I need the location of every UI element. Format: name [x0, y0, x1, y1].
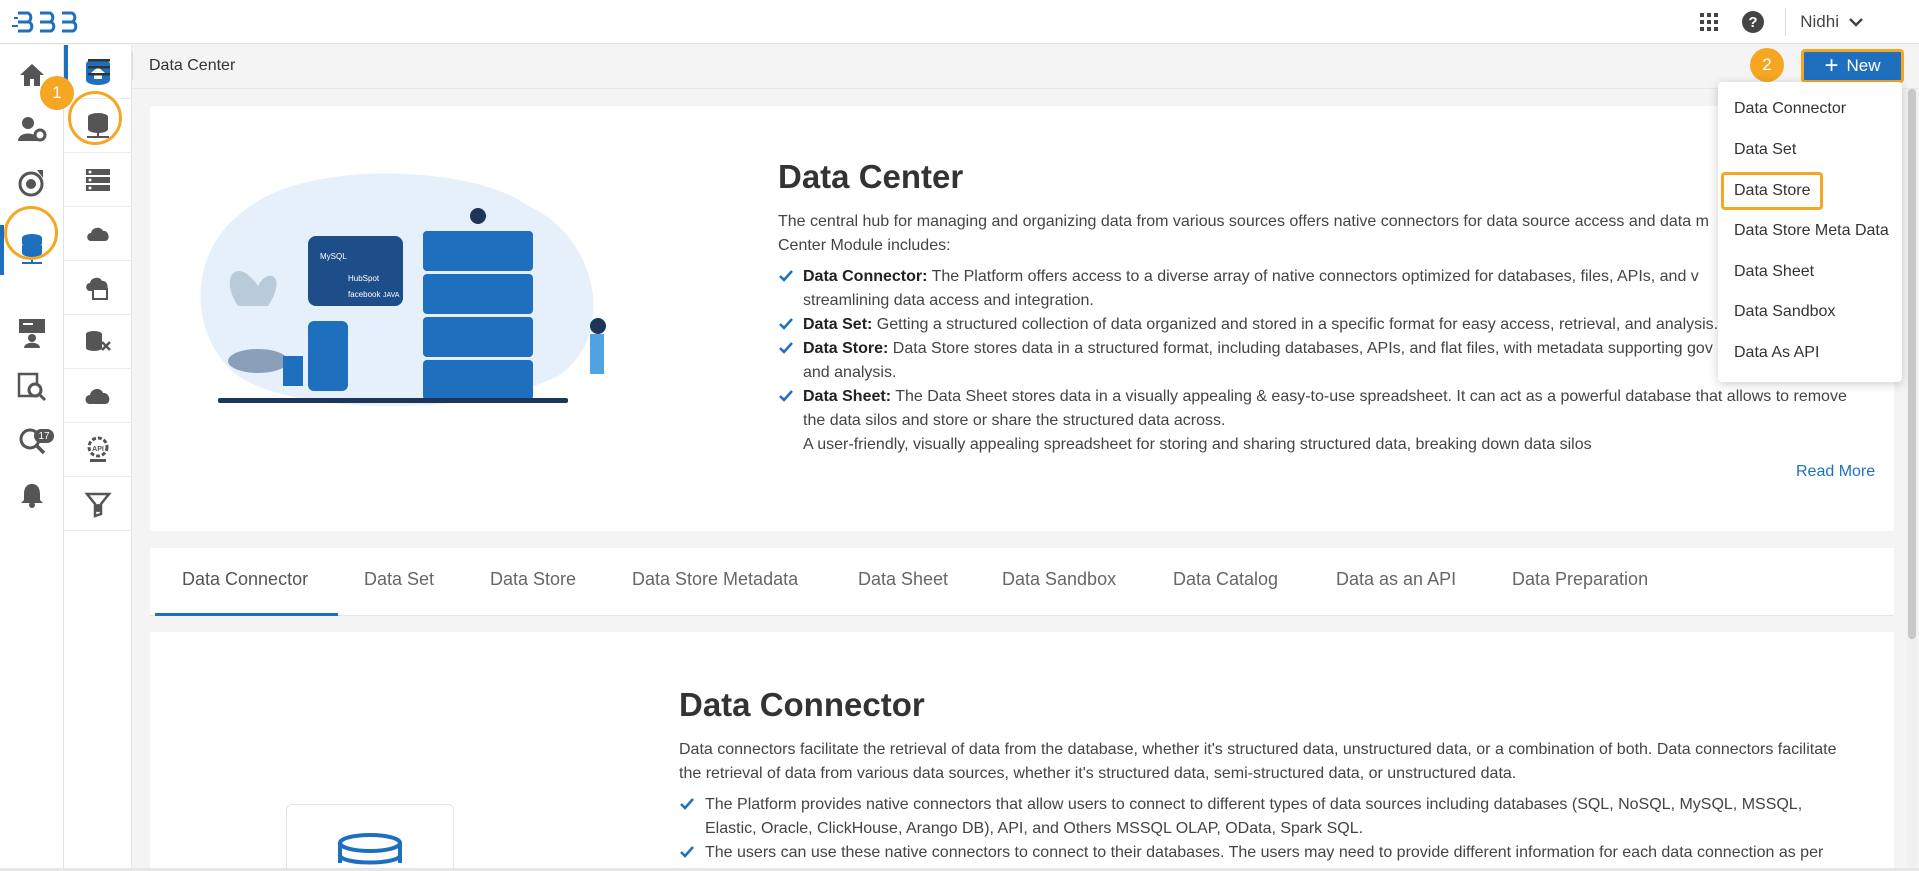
dropdown-item-data-sheet[interactable]: Data Sheet: [1734, 263, 1814, 281]
data-center-tabs: Data Connector Data Set Data Store Data …: [150, 548, 1894, 616]
help-circle-icon[interactable]: ?: [1739, 8, 1767, 36]
admin-target-icon[interactable]: [0, 157, 64, 209]
database-icon: [338, 833, 402, 865]
check-icon: [680, 798, 694, 810]
section-bullet: The Platform provides native connectors …: [679, 793, 1859, 841]
new-button-label: New: [1846, 56, 1881, 75]
tab-data-store[interactable]: Data Store: [490, 569, 576, 590]
data-center-illustration: MySQL HubSpot facebook JAVA: [200, 173, 606, 406]
data-sandbox-icon[interactable]: [64, 315, 132, 369]
check-icon: [680, 846, 694, 858]
active-tab-indicator: [155, 613, 338, 616]
tab-data-store-metadata[interactable]: Data Store Metadata: [632, 569, 798, 590]
plus-icon: +: [1824, 52, 1839, 79]
notification-count-badge: 17: [34, 429, 54, 443]
dropdown-item-data-store-meta-data[interactable]: Data Store Meta Data: [1734, 222, 1889, 240]
data-set-icon[interactable]: [64, 153, 132, 207]
check-icon: [779, 318, 793, 330]
chevron-down-icon[interactable]: [1849, 17, 1863, 27]
check-icon: [779, 270, 793, 282]
dropdown-item-data-connector[interactable]: Data Connector: [1734, 100, 1846, 118]
svg-text:?: ?: [1749, 14, 1758, 31]
bullet-text: The Platform offers access to a diverse …: [927, 268, 1699, 285]
data-connector-illustration: [286, 804, 454, 871]
tab-data-as-an-api[interactable]: Data as an API: [1336, 569, 1456, 590]
bullet-label: Data Store:: [803, 340, 889, 357]
data-as-api-icon[interactable]: API: [64, 423, 132, 477]
tab-data-catalog[interactable]: Data Catalog: [1173, 569, 1278, 590]
section-title: Data Connector: [679, 686, 925, 723]
tab-data-set[interactable]: Data Set: [364, 569, 434, 590]
scrollbar-thumb[interactable]: [1908, 89, 1916, 639]
user-settings-icon[interactable]: [0, 103, 64, 155]
dropdown-item-data-as-api[interactable]: Data As API: [1734, 344, 1819, 362]
hero-title: Data Center: [778, 158, 964, 195]
presentation-user-icon[interactable]: [0, 307, 64, 359]
bullet-text-continued: the data silos and store or share the st…: [803, 412, 1226, 429]
data-preparation-icon[interactable]: [64, 477, 132, 531]
mysql-logo-text: MySQL: [320, 252, 347, 261]
section-bullet: The users can use these native connector…: [679, 841, 1859, 865]
data-catalog-cloud-icon[interactable]: [64, 369, 132, 423]
bullet-text: The users can use these native connector…: [705, 844, 1824, 861]
hero-bullet: Data Set: Getting a structured collectio…: [778, 313, 1878, 337]
check-icon: [779, 342, 793, 354]
dropdown-item-data-sandbox[interactable]: Data Sandbox: [1734, 303, 1835, 321]
java-logo-text: JAVA: [383, 292, 400, 299]
bullet-label: Data Sheet:: [803, 388, 892, 405]
tab-data-sheet[interactable]: Data Sheet: [858, 569, 948, 590]
new-item-dropdown: Data Connector Data Set Data Store Data …: [1718, 82, 1902, 382]
user-name[interactable]: Nidhi: [1800, 12, 1839, 32]
bdb-logo[interactable]: [12, 8, 92, 36]
bullet-text-continued: Elastic, Oracle, ClickHouse, Arango DB),…: [705, 820, 1364, 837]
divider: [1785, 8, 1787, 36]
hero-bullet: Data Sheet: The Data Sheet stores data i…: [778, 385, 1878, 457]
search-icon[interactable]: [0, 415, 64, 467]
section-paragraph-continued: the retrieval of data from various data …: [679, 765, 1517, 782]
hero-intro: The central hub for managing and organiz…: [778, 213, 1709, 230]
hero-bullet: Data Connector: The Platform offers acce…: [778, 265, 1878, 313]
page-header: [132, 45, 1919, 89]
data-store-cloud-icon[interactable]: [64, 207, 132, 261]
breadcrumb: Data Center: [149, 57, 236, 74]
step-badge-1: 1: [40, 76, 74, 110]
grid-apps-icon[interactable]: [1695, 8, 1723, 36]
hero-intro-continued: Center Module includes:: [778, 237, 951, 254]
main-navigation-rail: 17: [0, 45, 64, 871]
new-button[interactable]: + New: [1801, 49, 1904, 83]
highlight-ring: [4, 206, 58, 260]
hamburger-menu-icon[interactable]: [86, 56, 112, 78]
check-icon: [779, 390, 793, 402]
bullet-text-continued: and analysis.: [803, 364, 897, 381]
notification-bell-icon[interactable]: [0, 469, 64, 521]
hubspot-logo-text: HubSpot: [348, 274, 380, 283]
data-search-icon[interactable]: [0, 361, 64, 413]
facebook-logo-text: facebook: [348, 290, 381, 299]
svg-text:API: API: [92, 446, 104, 453]
hero-bullet: Data Store: Data Store stores data in a …: [778, 337, 1878, 385]
data-sheet-cloud-icon[interactable]: [64, 261, 132, 315]
bullet-text: The Platform provides native connectors …: [705, 796, 1803, 813]
tab-data-connector[interactable]: Data Connector: [182, 569, 308, 590]
section-paragraph: Data connectors facilitate the retrieval…: [679, 741, 1837, 758]
bullet-text: The Data Sheet stores data in a visually…: [891, 388, 1847, 405]
bullet-label: Data Connector:: [803, 268, 928, 285]
data-center-sub-navigation: API: [64, 45, 132, 871]
read-more-link[interactable]: Read More: [1796, 463, 1875, 481]
bullet-text: Data Store stores data in a structured f…: [888, 340, 1713, 357]
bullet-text: Getting a structured collection of data …: [872, 316, 1719, 333]
dropdown-item-data-set[interactable]: Data Set: [1734, 141, 1796, 159]
step-badge-2: 2: [1750, 48, 1784, 82]
top-bar: ? Nidhi: [0, 0, 1919, 44]
tab-data-sandbox[interactable]: Data Sandbox: [1002, 569, 1116, 590]
highlight-box: [1721, 172, 1823, 210]
bullet-label: Data Set:: [803, 316, 873, 333]
tab-data-preparation[interactable]: Data Preparation: [1512, 569, 1648, 590]
bullet-text-continued: A user-friendly, visually appealing spre…: [803, 436, 1592, 453]
divider: [132, 52, 133, 80]
highlight-ring: [68, 91, 122, 145]
bullet-text-continued: streamlining data access and integration…: [803, 292, 1094, 309]
